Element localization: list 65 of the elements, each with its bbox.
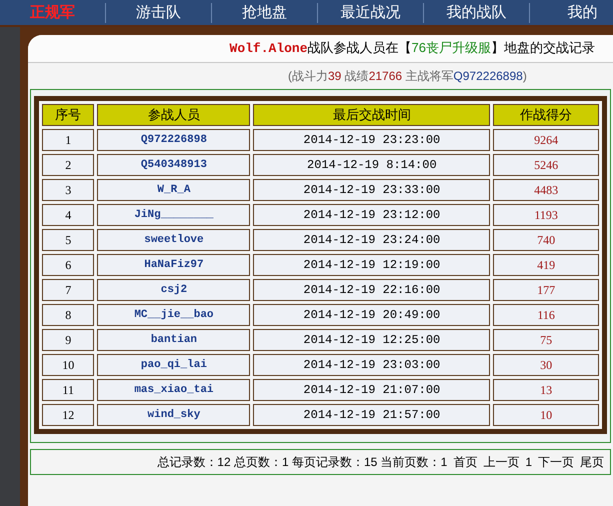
player-name-cell: Q972226898 — [97, 129, 250, 151]
battle-time-cell: 2014-12-19 23:03:00 — [253, 354, 490, 376]
row-number-cell: 3 — [42, 179, 94, 201]
row-number-cell: 9 — [42, 329, 94, 351]
column-header: 最后交战时间 — [253, 104, 490, 126]
player-name-cell: Q540348913 — [97, 154, 250, 176]
page-heading: Wolf.Alone战队参战人员在【76丧尸升级服】地盘的交战记录 — [230, 39, 595, 58]
player-name-cell: pao_qi_lai — [97, 354, 250, 376]
player-name-cell: sweetlove — [97, 229, 250, 251]
battle-time-cell: 2014-12-19 12:25:00 — [253, 329, 490, 351]
score-cell: 13 — [493, 379, 599, 401]
battle-time-cell: 2014-12-19 8:14:00 — [253, 154, 490, 176]
row-number-cell: 10 — [42, 354, 94, 376]
nav-tab[interactable]: 我的战队 — [424, 2, 530, 22]
battle-time-cell: 2014-12-19 23:12:00 — [253, 204, 490, 226]
battle-time-cell: 2014-12-19 23:33:00 — [253, 179, 490, 201]
battle-time-cell: 2014-12-19 23:23:00 — [253, 129, 490, 151]
score-cell: 5246 — [493, 154, 599, 176]
battle-time-cell: 2014-12-19 23:24:00 — [253, 229, 490, 251]
battle-time-cell: 2014-12-19 20:49:00 — [253, 304, 490, 326]
page-link[interactable]: 1 — [525, 453, 532, 471]
player-name-cell: MC__jie__bao — [97, 304, 250, 326]
row-number-cell: 6 — [42, 254, 94, 276]
row-number-cell: 12 — [42, 404, 94, 426]
score-cell: 9264 — [493, 129, 599, 151]
score-cell: 4483 — [493, 179, 599, 201]
row-number-cell: 7 — [42, 279, 94, 301]
nav-tab[interactable]: 我的 — [530, 2, 613, 22]
score-cell: 10 — [493, 404, 599, 426]
score-cell: 419 — [493, 254, 599, 276]
nav-tab[interactable]: 最近战况 — [318, 2, 424, 22]
column-header: 序号 — [42, 104, 94, 126]
row-number-cell: 2 — [42, 154, 94, 176]
row-number-cell: 4 — [42, 204, 94, 226]
score-cell: 1193 — [493, 204, 599, 226]
column-header: 作战得分 — [493, 104, 599, 126]
row-number-cell: 11 — [42, 379, 94, 401]
column-header: 参战人员 — [97, 104, 250, 126]
score-cell: 740 — [493, 229, 599, 251]
player-name-cell: csj2 — [97, 279, 250, 301]
score-cell: 75 — [493, 329, 599, 351]
player-name-cell: HaNaFiz97 — [97, 254, 250, 276]
row-number-cell: 1 — [42, 129, 94, 151]
page-link[interactable]: 首页 — [453, 453, 478, 471]
page-link[interactable]: 上一页 — [483, 453, 520, 471]
row-number-cell: 5 — [42, 229, 94, 251]
page-link[interactable]: 下一页 — [538, 453, 574, 471]
battle-time-cell: 2014-12-19 21:57:00 — [253, 404, 490, 426]
score-cell: 177 — [493, 279, 599, 301]
battle-time-cell: 2014-12-19 22:16:00 — [253, 279, 490, 301]
battle-time-cell: 2014-12-19 12:19:00 — [253, 254, 490, 276]
nav-tab[interactable]: 抢地盘 — [212, 2, 318, 22]
score-cell: 116 — [493, 304, 599, 326]
page-link[interactable]: 尾页 — [580, 453, 604, 471]
player-name-cell: JiNg________ — [97, 204, 250, 226]
battle-time-cell: 2014-12-19 21:07:00 — [253, 379, 490, 401]
player-name-cell: wind_sky — [97, 404, 250, 426]
player-name-cell: bantian — [97, 329, 250, 351]
record-summary: 总记录数：12 总页数：1 每页记录数：15 当前页数：1 — [157, 454, 448, 471]
nav-tab[interactable]: 游击队 — [106, 2, 212, 22]
player-name-cell: W_R_A — [97, 179, 250, 201]
row-number-cell: 8 — [42, 304, 94, 326]
score-cell: 30 — [493, 354, 599, 376]
player-name-cell: mas_xiao_tai — [97, 379, 250, 401]
team-stats: (战斗力39 战绩21766 主战将军Q972226898) — [288, 68, 527, 85]
